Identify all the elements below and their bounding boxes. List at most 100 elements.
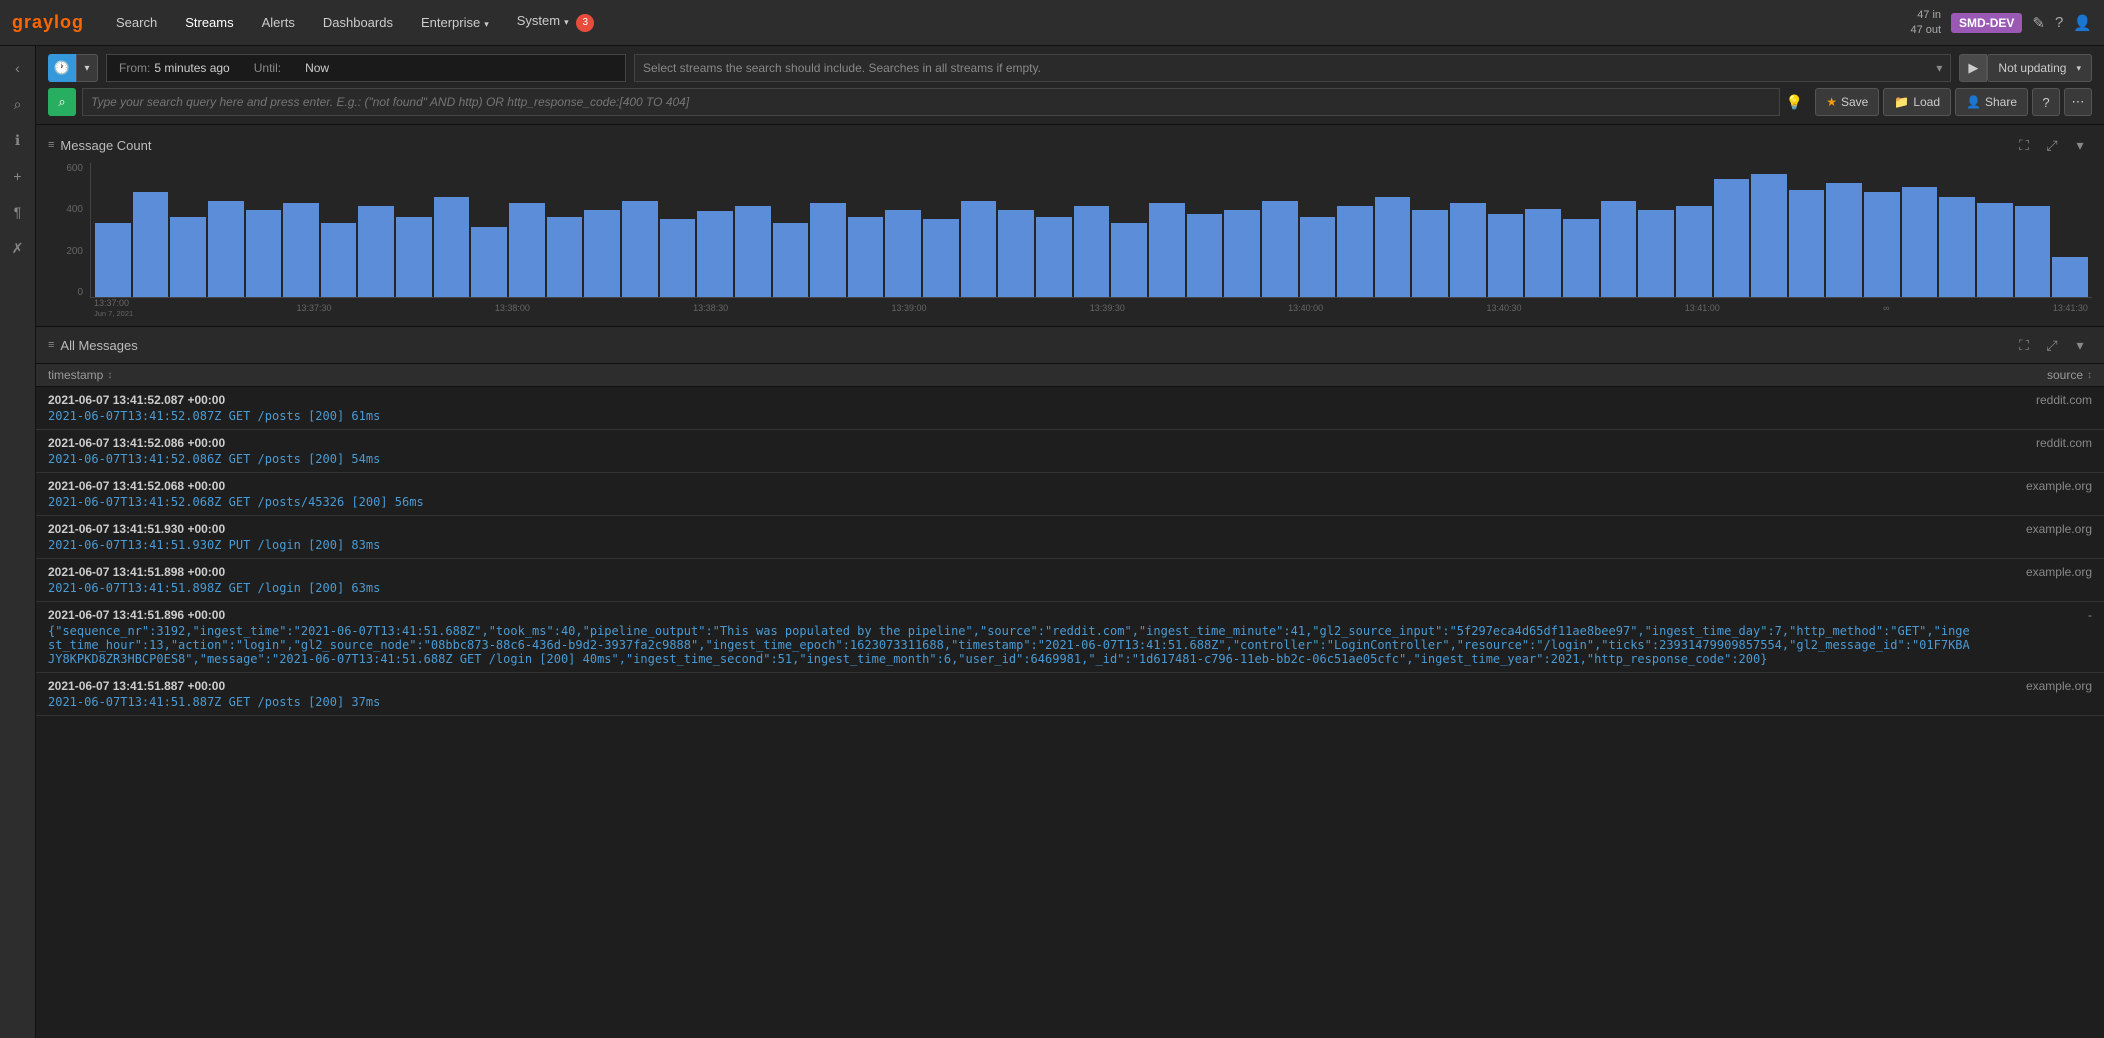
message-timestamp: 2021-06-07 13:41:52.068 +00:00 <box>48 479 1972 493</box>
chart-bar-29[interactable] <box>1187 214 1223 297</box>
chart-bar-3[interactable] <box>208 201 244 297</box>
chart-bar-42[interactable] <box>1676 206 1712 297</box>
chart-bar-48[interactable] <box>1902 187 1938 297</box>
chart-bar-34[interactable] <box>1375 197 1411 298</box>
time-range-display[interactable]: From: 5 minutes ago Until: Now <box>106 54 626 82</box>
message-row[interactable]: 2021-06-07 13:41:52.087 +00:002021-06-07… <box>36 387 2104 430</box>
time-icon-button[interactable]: 🕐 <box>48 54 76 82</box>
sidebar-collapse-icon[interactable]: ‹ <box>4 54 32 82</box>
messages-fullscreen-icon[interactable]: ⛶ <box>2012 333 2036 357</box>
chart-bar-44[interactable] <box>1751 174 1787 297</box>
chart-bar-31[interactable] <box>1262 201 1298 297</box>
sidebar-search-icon[interactable]: ⌕ <box>4 90 32 118</box>
nav-item-search[interactable]: Search <box>104 9 169 36</box>
chart-bar-7[interactable] <box>358 206 394 297</box>
chart-bar-45[interactable] <box>1789 190 1825 297</box>
stream-select[interactable]: Select streams the search should include… <box>634 54 1951 82</box>
chart-bar-18[interactable] <box>773 223 809 297</box>
messages-move-icon[interactable]: ⤢ <box>2040 333 2064 357</box>
chart-bar-12[interactable] <box>547 217 583 297</box>
chart-bar-20[interactable] <box>848 217 884 297</box>
message-row[interactable]: 2021-06-07 13:41:52.068 +00:002021-06-07… <box>36 473 2104 516</box>
from-label: From: <box>119 61 150 75</box>
nav-item-alerts[interactable]: Alerts <box>250 9 307 36</box>
message-row[interactable]: 2021-06-07 13:41:51.887 +00:002021-06-07… <box>36 673 2104 716</box>
chart-bar-26[interactable] <box>1074 206 1110 297</box>
chart-bar-33[interactable] <box>1337 206 1373 297</box>
search-execute-button[interactable]: ⌕ <box>48 88 76 116</box>
chart-bar-15[interactable] <box>660 219 696 297</box>
chart-bar-24[interactable] <box>998 210 1034 297</box>
chart-bar-27[interactable] <box>1111 223 1147 297</box>
chart-bar-30[interactable] <box>1224 210 1260 297</box>
chart-bar-51[interactable] <box>2015 206 2051 297</box>
chart-bar-43[interactable] <box>1714 179 1750 297</box>
chart-bar-49[interactable] <box>1939 197 1975 298</box>
chart-bar-8[interactable] <box>396 217 432 297</box>
chart-bar-38[interactable] <box>1525 209 1561 297</box>
sidebar-add-icon[interactable]: + <box>4 162 32 190</box>
chart-bar-16[interactable] <box>697 211 733 297</box>
chart-bar-36[interactable] <box>1450 203 1486 297</box>
chart-bar-46[interactable] <box>1826 183 1862 297</box>
messages-collapse-icon[interactable]: ▾ <box>2068 333 2092 357</box>
chart-title-text: Message Count <box>60 138 151 153</box>
message-row[interactable]: 2021-06-07 13:41:51.896 +00:00{"sequence… <box>36 602 2104 673</box>
chart-bar-21[interactable] <box>885 210 921 297</box>
chart-bar-22[interactable] <box>923 219 959 297</box>
chart-bar-39[interactable] <box>1563 219 1599 297</box>
play-button[interactable]: ▶ <box>1959 54 1987 82</box>
chart-bar-17[interactable] <box>735 206 771 297</box>
save-button[interactable]: ★ Save <box>1815 88 1879 116</box>
query-input[interactable] <box>82 88 1780 116</box>
chart-bar-50[interactable] <box>1977 203 2013 297</box>
chart-bar-9[interactable] <box>434 197 470 298</box>
chart-bar-2[interactable] <box>170 217 206 297</box>
chart-bar-1[interactable] <box>133 192 169 297</box>
chart-collapse-icon[interactable]: ▾ <box>2068 133 2092 157</box>
chart-bar-13[interactable] <box>584 210 620 297</box>
edit-icon[interactable]: ✎ <box>2032 14 2045 32</box>
help-icon[interactable]: ? <box>2055 14 2063 31</box>
chart-bar-47[interactable] <box>1864 192 1900 297</box>
chart-bar-6[interactable] <box>321 223 357 297</box>
chart-bar-23[interactable] <box>961 201 997 297</box>
user-badge[interactable]: SMD-DEV <box>1951 13 2022 33</box>
user-icon[interactable]: 👤 <box>2073 14 2092 32</box>
nav-item-system[interactable]: System▾ 3 <box>505 7 607 38</box>
sidebar-x-icon[interactable]: ✗ <box>4 234 32 262</box>
chart-bar-25[interactable] <box>1036 217 1072 297</box>
chart-bar-5[interactable] <box>283 203 319 297</box>
message-row[interactable]: 2021-06-07 13:41:52.086 +00:002021-06-07… <box>36 430 2104 473</box>
nav-item-streams[interactable]: Streams <box>173 9 245 36</box>
message-row[interactable]: 2021-06-07 13:41:51.930 +00:002021-06-07… <box>36 516 2104 559</box>
nav-item-dashboards[interactable]: Dashboards <box>311 9 405 36</box>
chart-bar-19[interactable] <box>810 203 846 297</box>
time-dropdown[interactable]: ▾ <box>76 54 98 82</box>
not-updating-button[interactable]: Not updating ▾ <box>1987 54 2092 82</box>
chart-bar-28[interactable] <box>1149 203 1185 297</box>
chart-bar-11[interactable] <box>509 203 545 297</box>
share-button[interactable]: 👤 Share <box>1955 88 2028 116</box>
chart-bar-4[interactable] <box>246 210 282 297</box>
chart-bar-37[interactable] <box>1488 214 1524 297</box>
help-query-icon[interactable]: ? <box>2032 88 2060 116</box>
chart-bar-32[interactable] <box>1300 217 1336 297</box>
timestamp-col-header[interactable]: timestamp ↕ <box>48 368 112 382</box>
sidebar-paragraph-icon[interactable]: ¶ <box>4 198 32 226</box>
sidebar-info-icon[interactable]: ℹ <box>4 126 32 154</box>
chart-bar-35[interactable] <box>1412 210 1448 297</box>
source-col-header[interactable]: source ↕ <box>2047 368 2092 382</box>
chart-move-icon[interactable]: ⤢ <box>2040 133 2064 157</box>
chart-bar-10[interactable] <box>471 227 507 297</box>
chart-bar-41[interactable] <box>1638 210 1674 297</box>
chart-bar-52[interactable] <box>2052 257 2088 297</box>
load-button[interactable]: 📁 Load <box>1883 88 1951 116</box>
chart-bar-40[interactable] <box>1601 201 1637 297</box>
chart-fullscreen-icon[interactable]: ⛶ <box>2012 133 2036 157</box>
chart-bar-0[interactable] <box>95 223 131 297</box>
chart-bar-14[interactable] <box>622 201 658 297</box>
message-row[interactable]: 2021-06-07 13:41:51.898 +00:002021-06-07… <box>36 559 2104 602</box>
nav-item-enterprise[interactable]: Enterprise▾ <box>409 9 501 36</box>
more-options-icon[interactable]: ⋯ <box>2064 88 2092 116</box>
